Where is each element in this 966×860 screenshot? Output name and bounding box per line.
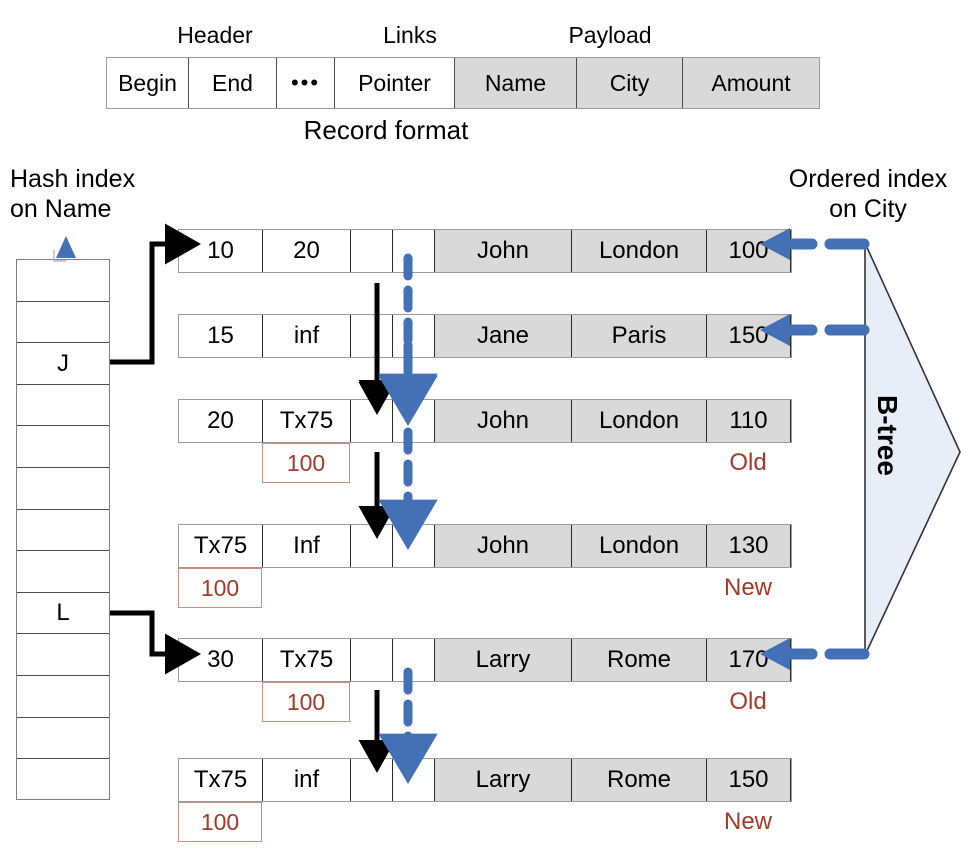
record-row: 15 inf Jane Paris 150 (178, 314, 792, 358)
record-cell-pointer (393, 759, 435, 801)
record-cell-amount: 100 (707, 230, 791, 272)
hash-bucket-empty (17, 302, 109, 344)
record-cell-ellipsis (351, 315, 393, 357)
record-format-table: Begin End ••• Pointer Name City Amount (106, 57, 820, 109)
record-cell-city: Paris (572, 315, 707, 357)
ordered-index-label-line1: Ordered index (788, 165, 948, 193)
record-cell-pointer (393, 525, 435, 567)
record-cell-ellipsis (351, 759, 393, 801)
record-row: Tx75 Inf John London 130 (178, 524, 792, 568)
group-label-links: Links (383, 22, 437, 48)
hash-bucket-marker (53, 236, 76, 262)
hash-bucket-empty (17, 385, 109, 427)
record-cell-ellipsis (351, 230, 393, 272)
hash-bucket-empty (17, 551, 109, 593)
record-version-tag-old: Old (729, 688, 767, 715)
record-format-cell-amount: Amount (683, 58, 819, 108)
hash-index-table: JL (16, 259, 110, 800)
record-cell-city: London (572, 230, 707, 272)
record-cell-name: John (435, 525, 572, 567)
record-cell-begin: Tx75 (179, 525, 263, 567)
hash-index-label: Hash index on Name (10, 165, 135, 224)
record-cell-begin: 20 (179, 400, 263, 442)
record-cell-pointer (393, 639, 435, 681)
record-cell-begin: Tx75 (179, 759, 263, 801)
hash-bucket-empty (17, 510, 109, 552)
record-cell-begin: 30 (179, 639, 263, 681)
record-format-cell-ellipsis: ••• (277, 58, 335, 108)
record-format-cell-begin: Begin (107, 58, 189, 108)
record-cell-begin: 10 (179, 230, 263, 272)
record-cell-end: inf (263, 759, 351, 801)
record-cell-name: Larry (435, 639, 572, 681)
record-version-tag-new: New (723, 574, 772, 601)
hash-bucket-empty (17, 468, 109, 510)
record-cell-pointer (393, 315, 435, 357)
diagram-canvas: Header Links Payload Begin End ••• Point… (0, 0, 966, 860)
record-cell-amount: 150 (707, 759, 791, 801)
record-format-cell-name: Name (455, 58, 577, 108)
record-cell-pointer (393, 230, 435, 272)
record-row: 20 Tx75 John London 110 (178, 399, 792, 443)
record-cell-city: London (572, 525, 707, 567)
record-cell-name: Larry (435, 759, 572, 801)
record-cell-amount: 110 (707, 400, 791, 442)
record-format-cell-pointer: Pointer (335, 58, 455, 108)
record-cell-begin: 15 (179, 315, 263, 357)
record-row: 10 20 John London 100 (178, 229, 792, 273)
hash-index-label-line2: on Name (10, 194, 112, 223)
hash-bucket-empty (17, 426, 109, 469)
record-cell-amount: 170 (707, 639, 791, 681)
record-cell-end: Tx75 (263, 639, 351, 681)
hash-bucket-empty (17, 260, 109, 302)
record-cell-amount: 130 (707, 525, 791, 567)
record-row: Tx75 inf Larry Rome 150 (178, 758, 792, 802)
record-row: 30 Tx75 Larry Rome 170 (178, 638, 792, 682)
record-annotation-prev-amount: 100 (178, 802, 262, 842)
record-cell-ellipsis (351, 525, 393, 567)
btree-label: B-tree (872, 395, 903, 476)
record-cell-amount: 150 (707, 315, 791, 357)
group-label-header: Header (177, 22, 253, 48)
record-cell-ellipsis (351, 400, 393, 442)
record-cell-city: Rome (572, 639, 707, 681)
hash-index-label-line1: Hash index (10, 165, 136, 193)
record-version-tag-old: Old (729, 449, 767, 476)
record-cell-end: Tx75 (263, 400, 351, 442)
record-cell-city: Rome (572, 759, 707, 801)
hash-bucket-empty (17, 634, 109, 677)
record-cell-pointer (393, 400, 435, 442)
hash-bucket-l: L (17, 593, 109, 635)
record-cell-end: Inf (263, 525, 351, 567)
record-cell-ellipsis (351, 639, 393, 681)
group-label-payload: Payload (568, 22, 652, 48)
record-format-caption: Record format (303, 115, 469, 145)
record-annotation-prev-amount: 100 (178, 568, 262, 608)
hash-connector-l (110, 610, 201, 675)
hash-connector-j (110, 223, 201, 365)
record-cell-end: inf (263, 315, 351, 357)
record-annotation-prev-amount: 100 (262, 443, 350, 483)
record-cell-end: 20 (263, 230, 351, 272)
ordered-index-label: Ordered index on City (770, 165, 966, 224)
record-format-cell-city: City (577, 58, 683, 108)
hash-bucket-j: J (17, 343, 109, 385)
ordered-index-label-line2: on City (829, 194, 907, 223)
record-format-cell-end: End (189, 58, 277, 108)
hash-bucket-empty (17, 676, 109, 718)
record-cell-name: John (435, 230, 572, 272)
record-cell-name: John (435, 400, 572, 442)
hash-bucket-empty (17, 718, 109, 760)
record-version-tag-new: New (723, 808, 772, 835)
record-cell-name: Jane (435, 315, 572, 357)
record-cell-city: London (572, 400, 707, 442)
hash-bucket-empty (17, 759, 109, 801)
record-annotation-prev-amount: 100 (262, 682, 350, 722)
